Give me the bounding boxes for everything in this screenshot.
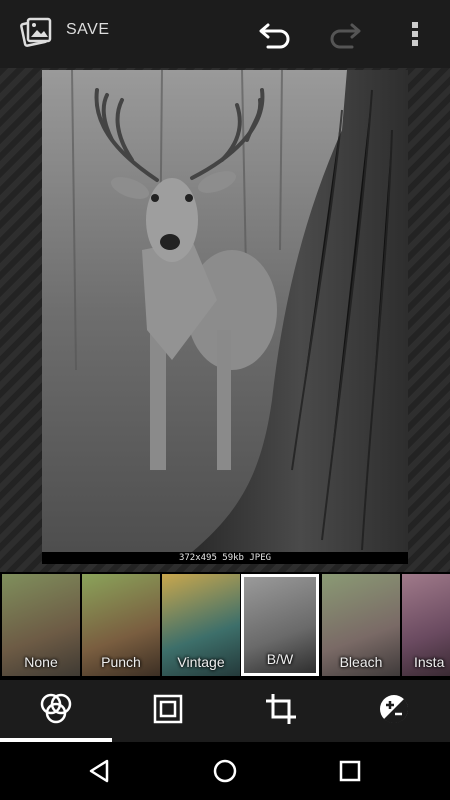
home-circle-icon[interactable] [203,751,247,791]
frames-tab[interactable] [112,680,224,742]
exposure-icon [377,692,411,731]
frame-icon [153,694,183,729]
crop-icon [264,692,298,731]
filter-bleach[interactable]: Bleach [322,574,400,676]
system-nav-bar [0,742,450,800]
filter-bw[interactable]: B/W [241,574,319,676]
filter-label: B/W [266,651,294,667]
filters-icon [37,692,75,731]
filter-insta[interactable]: Insta [402,574,450,676]
filter-strip: None Punch Vintage B/W Bleach Insta [0,572,450,680]
filter-label: Punch [101,654,141,670]
filter-label: Insta [414,654,445,670]
filter-label: None [24,654,58,670]
recents-square-icon[interactable] [328,751,372,791]
back-triangle-icon[interactable] [78,751,122,791]
tool-tabs [0,680,450,742]
save-photo-icon[interactable] [18,14,54,50]
crop-tab[interactable] [225,680,337,742]
filters-tab[interactable] [0,680,112,742]
filter-label: Bleach [339,654,383,670]
filter-none[interactable]: None [2,574,80,676]
redo-icon[interactable] [326,16,364,52]
more-vert-icon[interactable] [400,14,430,54]
save-button[interactable]: SAVE [66,21,110,39]
undo-icon[interactable] [256,16,294,52]
filter-label: Vintage [177,654,225,670]
exposure-tab[interactable] [338,680,450,742]
photo-canvas: 372x495 59kb JPEG [0,68,450,572]
filter-vintage[interactable]: Vintage [162,574,240,676]
top-toolbar: SAVE [0,0,450,68]
photo-info-label: 372x495 59kb JPEG [42,552,408,564]
filter-punch[interactable]: Punch [82,574,160,676]
edited-photo [42,70,408,552]
